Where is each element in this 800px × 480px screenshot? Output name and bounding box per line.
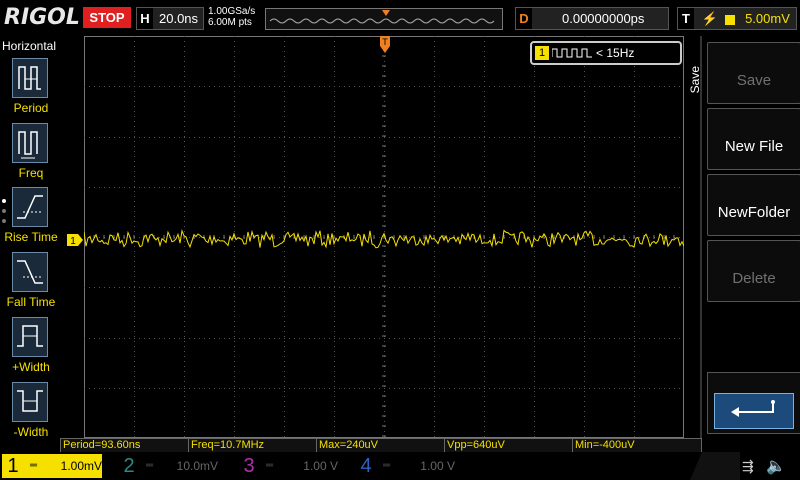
trigger-position-marker [382,10,390,16]
measure-freq[interactable]: Freq=10.7MHz [188,438,318,453]
delay-display[interactable]: D 0.00000000ps [515,7,669,30]
counter-value: < 15Hz [596,46,635,60]
channel-3-status[interactable]: 3 ═ 1.00 V [238,454,338,478]
run-stop-indicator[interactable]: STOP [83,7,131,28]
menu-item-label: -Width [13,425,49,439]
fall-time-icon [12,252,48,292]
channel1-trace [83,228,685,249]
horizontal-measure-menu: Horizontal Period Freq Rise Time Fall Ti… [0,36,62,439]
trigger-display[interactable]: T ⚡ 5.00mV [677,7,797,30]
channel-number: 2 [123,455,135,477]
button-label: NewFolder [717,204,791,221]
delay-value: 0.00000000ps [562,11,645,26]
positive-width-icon [12,317,48,357]
memory-waveform-overview [269,10,495,24]
frequency-counter[interactable]: 1 < 15Hz [530,41,682,65]
menu-page-dot [2,219,6,223]
status-bar-decoration [690,452,740,480]
memory-position-bar[interactable] [265,8,503,30]
timebase-value: 20.0ns [159,11,199,26]
menu-item-label: Freq [18,166,44,180]
rising-edge-icon: ⚡ [701,11,718,26]
measure-freq-button[interactable]: Freq [0,123,62,187]
trigger-key: T [678,8,694,29]
channel-scale: 1.00 V [420,459,455,473]
measure-vpp[interactable]: Vpp=640uV [444,438,574,453]
channel-scale: 1.00 V [303,459,338,473]
acquisition-info: 1.00GSa/s 6.00M pts [208,6,255,28]
button-label: Save [736,72,772,89]
svg-text:T: T [382,37,388,47]
save-menu: Save Save New File NewFolder Delete [686,36,800,438]
save-button[interactable]: Save [707,42,800,104]
trigger-position-icon[interactable]: T [379,36,391,54]
sample-rate: 1.00GSa/s [208,6,256,17]
measure-min[interactable]: Min=-400uV [572,438,702,453]
rise-time-icon [12,187,48,227]
channel-2-status[interactable]: 2 ═ 10.0mV [118,454,218,478]
measure-positive-width-button[interactable]: +Width [0,317,62,381]
brand-logo: RIGOL [4,5,80,30]
channel-scale: 10.0mV [176,459,218,473]
freq-icon [12,123,48,163]
channel-scale: 1.00mV [60,459,102,473]
new-file-button[interactable]: New File [707,108,800,170]
measure-period[interactable]: Period=93.60ns [60,438,190,453]
horizontal-key: H [137,8,153,29]
channel1-marker-label: 1 [70,236,76,246]
timebase-display[interactable]: H 20.0ns [136,7,204,30]
measure-max[interactable]: Max=240uV [316,438,446,453]
menu-page-dot [2,209,6,213]
trigger-channel-icon [725,14,736,25]
channel-1-status[interactable]: 1 ═ 1.00mV [2,454,102,478]
back-button[interactable] [707,372,800,434]
counter-channel-badge: 1 [535,46,549,60]
channel-4-status[interactable]: 4 ═ 1.00 V [355,454,455,478]
speaker-mute-icon[interactable]: 🔈 [766,456,786,476]
button-label: New File [724,138,784,155]
channel-number: 1 [7,455,19,477]
measure-rise-time-button[interactable]: Rise Time [0,187,62,251]
menu-item-label: Fall Time [6,295,56,309]
measurement-results: Period=93.60ns Freq=10.7MHz Max=240uV Vp… [60,438,702,453]
measure-fall-time-button[interactable]: Fall Time [0,252,62,316]
button-label: Delete [732,270,776,287]
menu-divider [700,36,702,438]
measure-period-button[interactable]: Period [0,58,62,122]
channel-number: 3 [243,455,255,477]
channel-status-bar: 1 ═ 1.00mV 2 ═ 10.0mV 3 ═ 1.00 V 4 ═ 1.0… [0,452,800,480]
channel1-offset-marker[interactable]: 1 [67,233,83,247]
menu-page-dot [2,199,6,203]
period-icon [12,58,48,98]
menu-title: Horizontal [2,39,57,53]
delete-button[interactable]: Delete [707,240,800,302]
new-folder-button[interactable]: NewFolder [707,174,800,236]
measure-negative-width-button[interactable]: -Width [0,382,62,446]
delay-key: D [516,8,532,29]
memory-depth: 6.00M pts [208,17,252,28]
waveform-display[interactable] [83,35,685,438]
usb-icon: ⇶ [742,458,754,474]
top-status-bar: RIGOL STOP H 20.0ns 1.00GSa/s 6.00M pts D… [0,0,800,36]
menu-item-label: +Width [12,360,50,374]
graticule [83,35,685,438]
menu-item-label: Rise Time [4,230,58,244]
menu-item-label: Period [13,101,49,115]
negative-width-icon [12,382,48,422]
trigger-level: 5.00mV [745,11,790,26]
square-wave-icon [552,48,592,58]
return-arrow-icon [714,393,794,429]
channel-number: 4 [360,455,372,477]
